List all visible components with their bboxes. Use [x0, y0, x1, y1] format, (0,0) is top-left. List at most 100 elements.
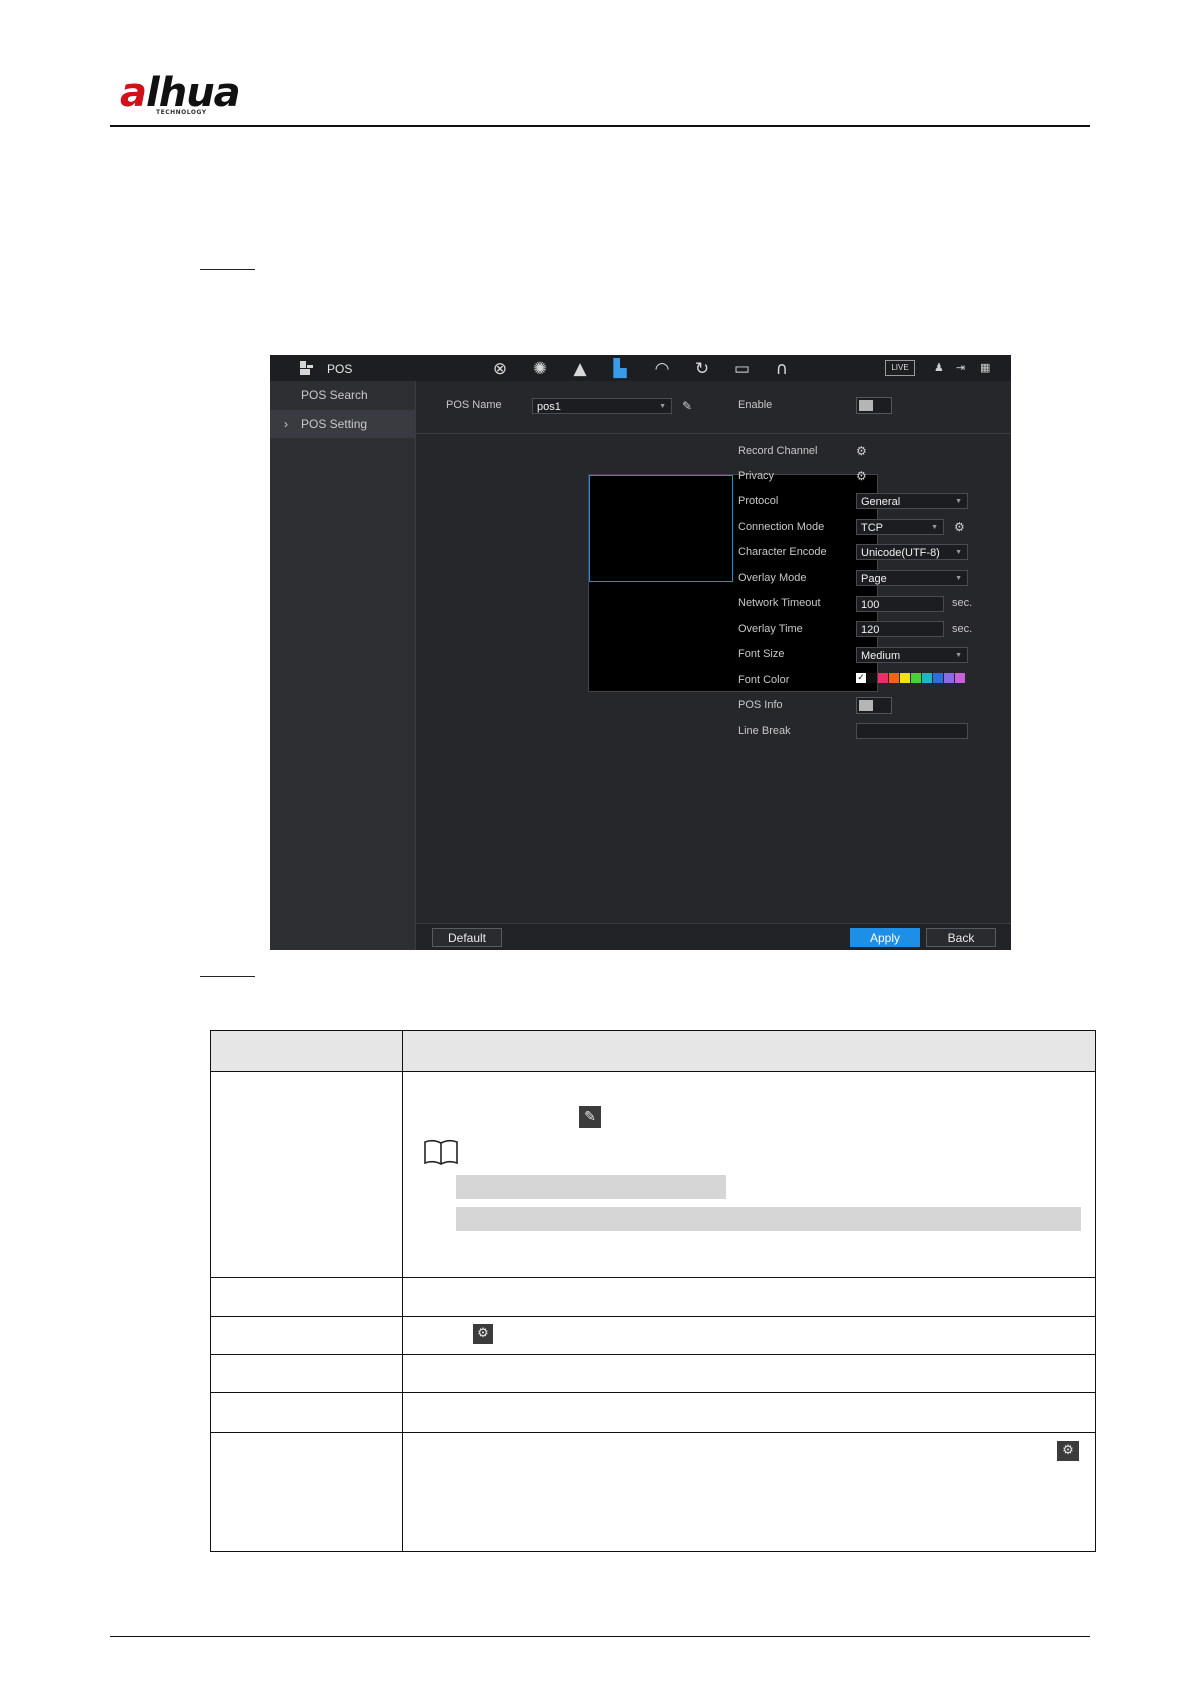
live-button[interactable]: LIVE	[885, 360, 915, 376]
pencil-icon[interactable]: ✎	[682, 399, 692, 413]
user-icon[interactable]: ♟	[934, 361, 944, 374]
backup-icon[interactable]: ↻	[691, 359, 713, 379]
protocol-select[interactable]: General ▼	[856, 493, 968, 509]
alarm-icon[interactable]: ▲	[569, 359, 591, 379]
character-encode-select[interactable]: Unicode(UTF-8) ▼	[856, 544, 968, 560]
step-marker	[200, 269, 255, 270]
pos-name-select[interactable]: pos1 ▼	[532, 398, 672, 414]
display-icon[interactable]: ▭	[731, 359, 753, 379]
protocol-label: Protocol	[738, 495, 779, 507]
overlay-mode-select[interactable]: Page ▼	[856, 570, 968, 586]
record-channel-label: Record Channel	[738, 445, 818, 457]
network-timeout-input[interactable]: 100	[856, 596, 944, 612]
row-divider	[211, 1354, 1095, 1355]
module-title: POS	[327, 362, 353, 376]
connection-mode-label: Connection Mode	[738, 521, 825, 533]
line-break-label: Line Break	[738, 725, 791, 737]
header-rule	[110, 125, 1090, 127]
overlay-time-unit: sec.	[952, 623, 973, 635]
step-marker	[200, 976, 255, 977]
font-color-swatch[interactable]	[922, 673, 932, 683]
logout-icon[interactable]: ⇥	[956, 361, 965, 374]
table-header	[211, 1031, 1095, 1072]
pos-name-label: POS Name	[446, 399, 502, 411]
font-color-swatch[interactable]	[889, 673, 899, 683]
sidebar-item-label: POS Search	[301, 388, 368, 402]
row-divider	[211, 1392, 1095, 1393]
font-color-swatch[interactable]	[955, 673, 965, 683]
pos-icon[interactable]: ▙	[609, 359, 631, 379]
protocol-value: General	[861, 496, 901, 508]
row-divider	[211, 1432, 1095, 1433]
pos-name-value: pos1	[537, 401, 561, 413]
overlay-mode-value: Page	[861, 573, 887, 585]
toggle-knob	[859, 700, 873, 711]
font-color-label: Font Color	[738, 674, 790, 686]
footer-bar: Default Apply Back	[416, 923, 1011, 950]
pos-terminal-icon	[300, 361, 313, 375]
character-encode-value: Unicode(UTF-8)	[861, 547, 940, 559]
font-size-label: Font Size	[738, 648, 785, 660]
connection-mode-value: TCP	[861, 522, 883, 534]
font-color-swatch-selected[interactable]: ✓	[856, 673, 866, 683]
font-size-select[interactable]: Medium ▼	[856, 647, 968, 663]
column-divider	[402, 1031, 403, 1551]
enable-toggle[interactable]	[856, 397, 892, 414]
font-color-swatch[interactable]	[867, 673, 877, 683]
network-timeout-unit: sec.	[952, 597, 973, 609]
shortcut-icon[interactable]: ▦	[980, 361, 990, 374]
overlay-time-input[interactable]: 120	[856, 621, 944, 637]
overlay-time-value: 120	[861, 624, 880, 636]
note-highlight	[456, 1207, 1081, 1231]
gear-icon[interactable]: ⚙	[856, 444, 867, 458]
row-divider	[211, 1316, 1095, 1317]
main-panel: POS Name pos1 ▼ ✎ Enable Record Channel …	[416, 381, 1011, 950]
line-break-input[interactable]	[856, 723, 968, 739]
gear-icon[interactable]: ⚙	[954, 520, 965, 534]
pos-info-label: POS Info	[738, 699, 783, 711]
top-toolbar: POS ⊗ ✺ ▲ ▙ ◠ ↻ ▭ ∩ LIVE ♟ ⇥ ▦	[270, 355, 1011, 381]
toggle-knob	[859, 400, 873, 411]
gear-icon[interactable]: ⚙	[856, 469, 867, 483]
default-button[interactable]: Default	[432, 928, 502, 947]
network-icon[interactable]: ✺	[529, 359, 551, 379]
book-icon	[424, 1139, 458, 1165]
chevron-right-icon: ›	[284, 417, 288, 431]
divider	[416, 433, 1011, 434]
chevron-down-icon: ▼	[955, 575, 962, 582]
footer-rule	[110, 1636, 1090, 1637]
sidebar-item-pos-search[interactable]: POS Search	[270, 381, 415, 409]
font-color-swatch[interactable]	[911, 673, 921, 683]
chevron-down-icon: ▼	[659, 403, 666, 410]
pos-info-toggle[interactable]	[856, 697, 892, 714]
note-highlight	[456, 1175, 726, 1199]
font-color-swatch[interactable]	[944, 673, 954, 683]
audio-icon[interactable]: ∩	[771, 359, 793, 379]
camera-icon[interactable]: ⊗	[489, 359, 511, 379]
overlay-region-box[interactable]	[589, 475, 733, 582]
gear-icon: ⚙	[473, 1324, 493, 1344]
font-color-swatch[interactable]	[878, 673, 888, 683]
pos-settings-screenshot: POS ⊗ ✺ ▲ ▙ ◠ ↻ ▭ ∩ LIVE ♟ ⇥ ▦ POS Searc…	[270, 355, 1011, 950]
chevron-down-icon: ▼	[955, 549, 962, 556]
font-color-swatch[interactable]	[933, 673, 943, 683]
pencil-icon: ✎	[579, 1106, 601, 1128]
font-color-swatch[interactable]	[900, 673, 910, 683]
logo-mark: a	[120, 70, 147, 116]
preview-area[interactable]	[588, 474, 878, 692]
performance-icon[interactable]: ◠	[651, 359, 673, 379]
overlay-time-label: Overlay Time	[738, 623, 803, 635]
privacy-label: Privacy	[738, 470, 775, 482]
connection-mode-select[interactable]: TCP ▼	[856, 519, 944, 535]
chevron-down-icon: ▼	[931, 524, 938, 531]
back-button[interactable]: Back	[926, 928, 996, 947]
enable-label: Enable	[738, 399, 773, 411]
sidebar-item-pos-setting[interactable]: › POS Setting	[270, 410, 415, 438]
apply-button[interactable]: Apply	[850, 928, 920, 947]
overlay-mode-label: Overlay Mode	[738, 572, 807, 584]
font-size-value: Medium	[861, 650, 901, 662]
row-divider	[211, 1277, 1095, 1278]
gear-icon: ⚙	[1057, 1441, 1079, 1461]
sidebar-item-label: POS Setting	[301, 417, 368, 431]
network-timeout-value: 100	[861, 599, 880, 611]
